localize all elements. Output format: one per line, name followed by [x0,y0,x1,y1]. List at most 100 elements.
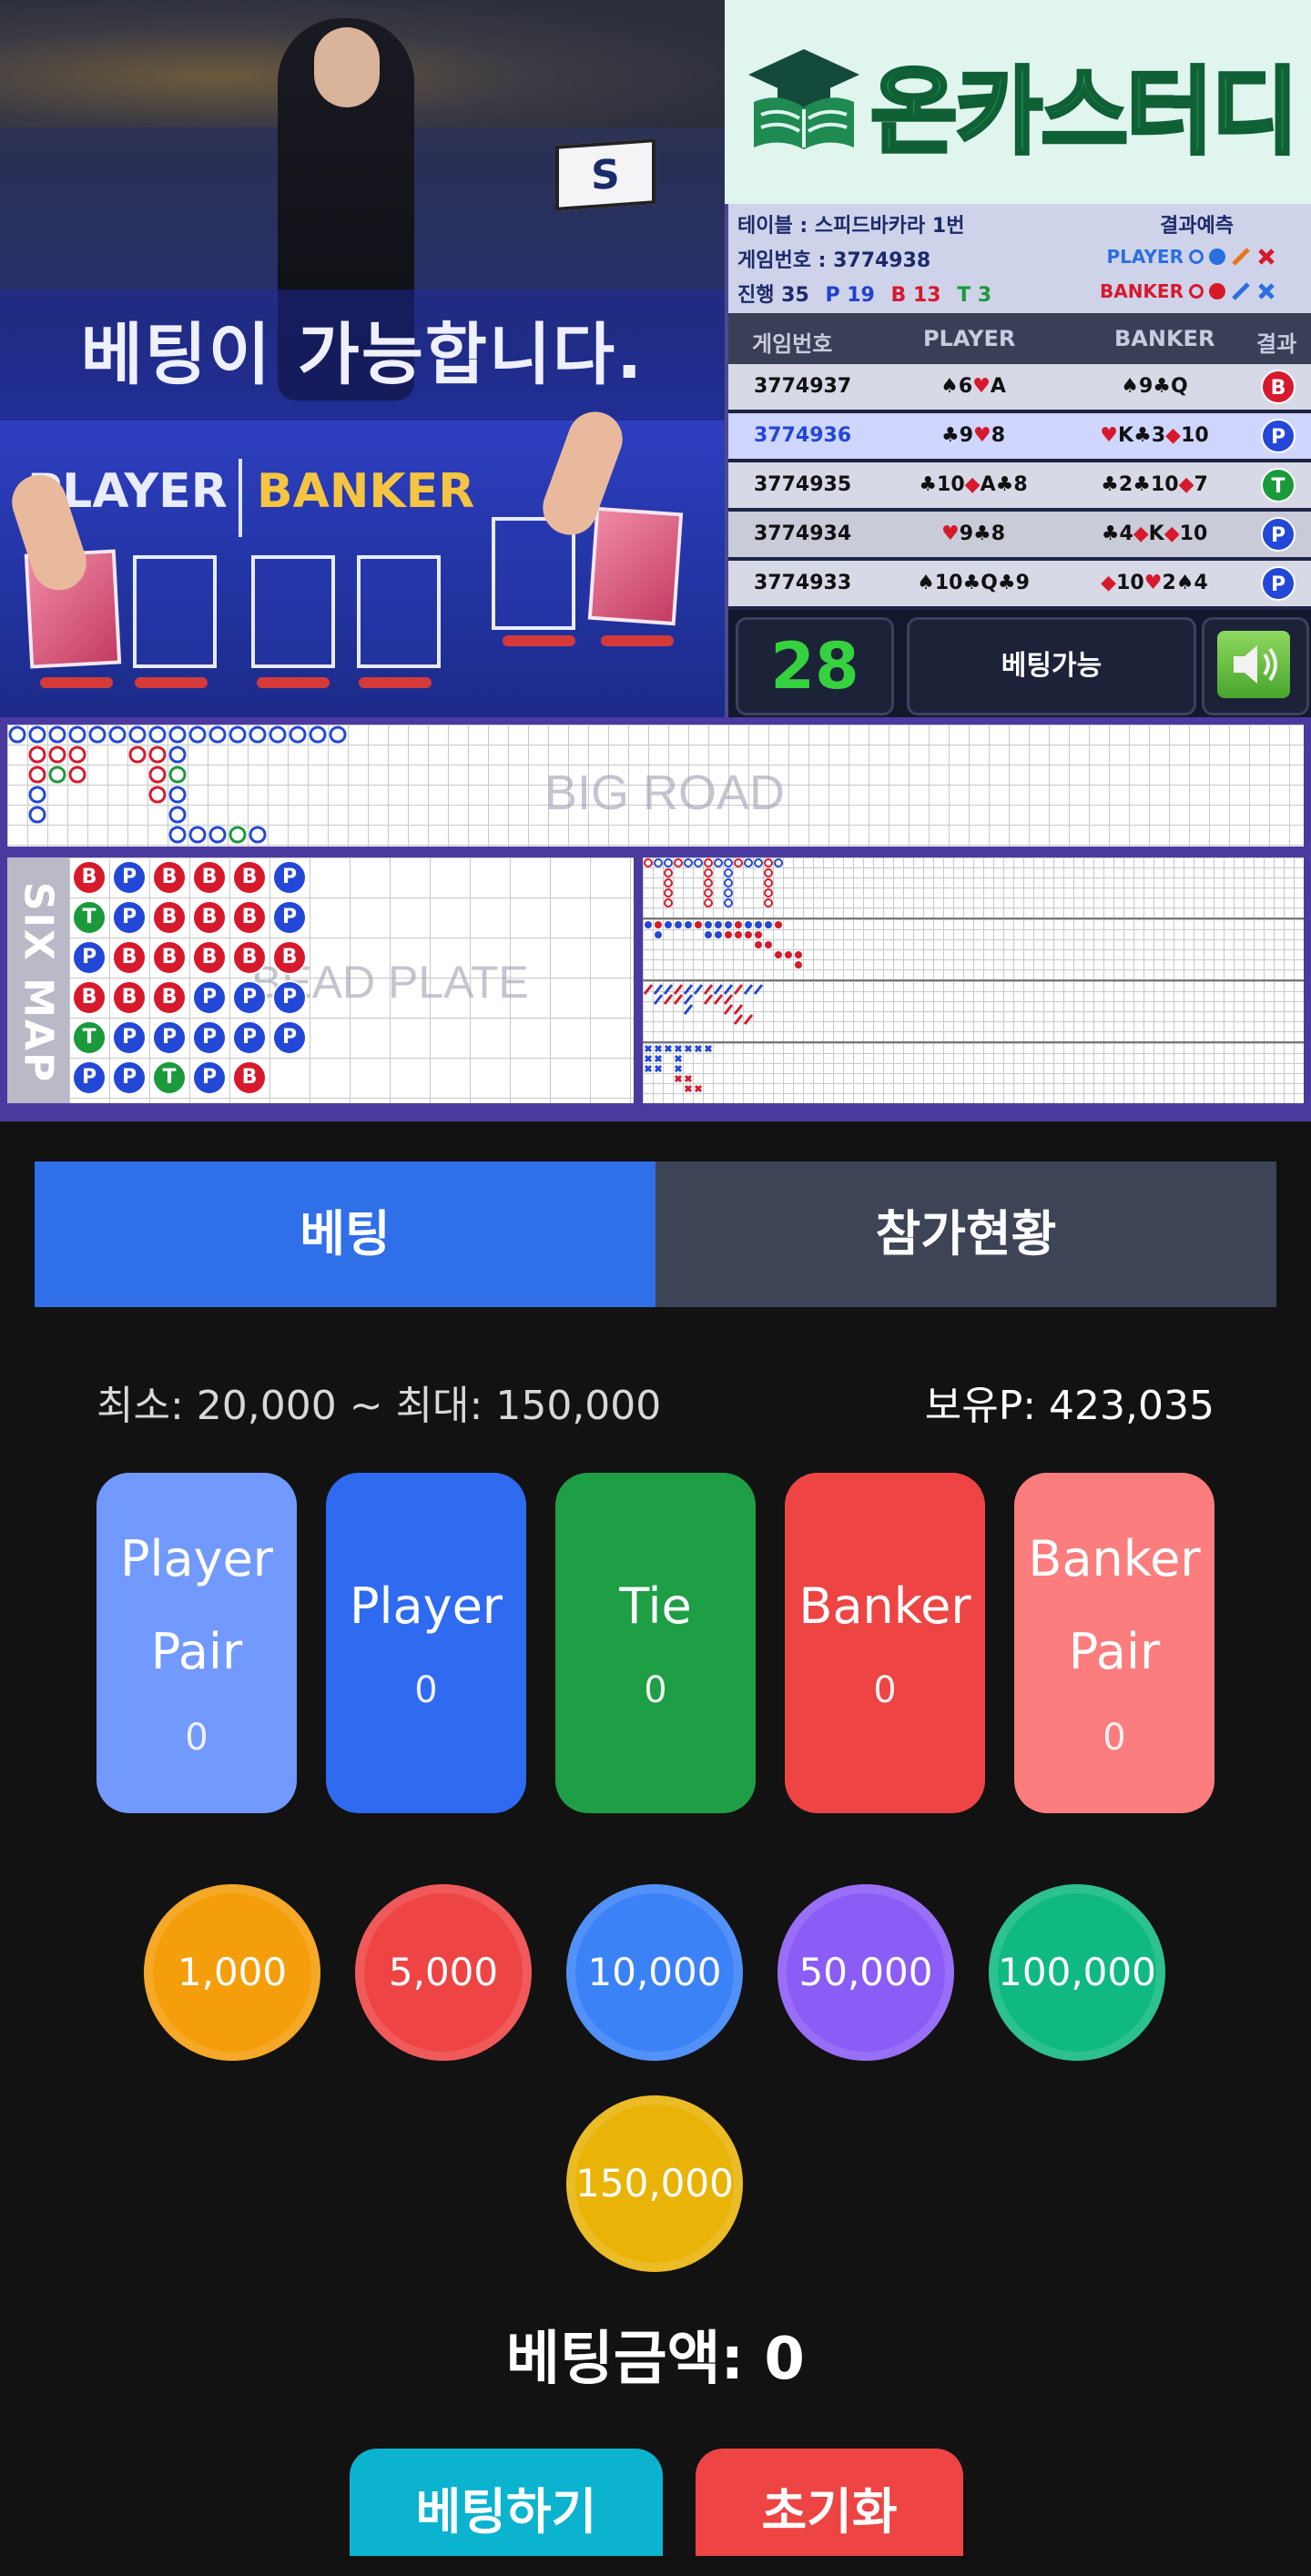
card-rank: 10 [934,572,963,594]
card-suit: ♣ [1101,522,1120,545]
derived-road-mark [724,888,733,898]
card-rank: A [990,375,1006,398]
chip-50000[interactable]: 50,000 [777,1884,954,2061]
card-suit: ♠ [1121,375,1139,398]
card-slot [357,555,441,668]
big-road-ring [148,786,167,804]
derived-road-mark [645,921,652,928]
speaker-icon [1234,645,1277,684]
derived-road-mark [664,868,673,877]
tie-bet-button[interactable]: Tie 0 [555,1473,756,1813]
six-map-label: SIX MAP [15,881,62,1084]
result-badge: P [1261,566,1296,601]
tie-amount: 0 [644,1669,667,1711]
banker-area-label: BANKER [257,464,475,519]
player-wins: P 19 [825,284,875,307]
big-road-ring [68,766,86,784]
derived-road-mark [754,858,763,867]
bead: P [272,900,307,935]
bead: B [192,860,227,895]
card-suit: ♥ [1143,572,1163,594]
history-row: 3774937 ♠6♥A ♠9♣Q B [728,364,1311,410]
bead: P [72,940,107,975]
result-badge: P [1261,517,1296,552]
reset-button[interactable]: 초기화 [696,2449,963,2556]
card-rank: 4 [1119,522,1133,545]
derived-road-mark [724,898,733,908]
tab-participants[interactable]: 참가현황 [656,1161,1276,1307]
derived-road-mark [663,994,674,1005]
chip-100000[interactable]: 100,000 [989,1884,1165,2061]
banker-bet-button[interactable]: Banker 0 [785,1473,985,1813]
card-rank: 8 [991,424,1006,447]
banker-cockroach-icon[interactable] [1231,281,1251,301]
big-road-ring [108,725,127,744]
header-banker: BANKER [1114,326,1215,351]
card-suit: ♠ [917,572,935,594]
bead: B [232,900,267,935]
bead: B [232,860,267,895]
derived-road-mark [664,888,673,898]
derived-road-mark [715,921,722,928]
sound-toggle[interactable] [1202,617,1309,715]
player-bet-button[interactable]: Player 0 [326,1473,526,1813]
big-road-ring [48,766,66,784]
banker-close-icon[interactable] [1256,281,1276,301]
card-rank: K [1148,522,1164,545]
chip-1000[interactable]: 1,000 [144,1884,320,2061]
bead: B [272,940,307,975]
card-suit: ♣ [1101,473,1119,496]
card-rank: 3 [1151,424,1166,447]
card-rank: Q [981,572,998,594]
player-cockroach-icon[interactable] [1231,247,1251,267]
history-game-id: 3774936 [754,424,852,447]
game-number: 게임번호 : 3774938 [737,249,931,272]
history-row: 3774935 ♣10◆A♣8 ♣2♣10◆7 T [728,462,1311,508]
bead: P [112,900,147,935]
derived-road-mark [673,994,684,1005]
derived-road-mark [713,984,724,995]
chip-150000[interactable]: 150,000 [566,2095,743,2272]
derived-road-mark [764,898,773,908]
derived-road-mark [733,1014,744,1025]
banker-small-road-icon[interactable] [1209,283,1225,299]
six-map-tab[interactable]: SIX MAP [7,857,69,1103]
sound-button[interactable] [1217,631,1290,698]
banker-pair-bet-button[interactable]: Banker Pair 0 [1014,1473,1214,1813]
dealer-head [314,27,380,107]
bead: T [72,1020,107,1055]
derived-road-mark [715,931,722,938]
player-small-road-icon[interactable] [1209,248,1225,265]
big-road-marks [8,725,347,844]
derived-road-mark [683,994,694,1005]
progress-summary: 진행 35 P 19 B 13 T 3 [737,279,991,308]
banker-cards: ♥K♣3◆10 [1072,424,1236,447]
scoreboard: BIG ROAD SIX MAP BEAD PLATE BPBBBPTPBBBP… [0,717,1311,1121]
player-pair-bet-button[interactable]: Player Pair 0 [97,1473,297,1813]
derived-road-mark [664,878,673,887]
player-big-eye-icon[interactable] [1189,249,1204,264]
derived-road-mark [774,858,783,867]
bead: P [232,980,267,1015]
derived-road-mark [753,984,764,995]
banker-amount: 0 [873,1669,897,1711]
tab-betting[interactable]: 베팅 [35,1161,656,1307]
banker-big-eye-icon[interactable] [1189,284,1204,299]
card-rank: 9 [959,424,973,447]
chip-10000[interactable]: 10,000 [566,1884,743,2061]
header-result: 결과 [1256,331,1297,357]
history-game-id: 3774935 [754,473,852,496]
table-sign: S [555,138,656,211]
derived-road-mark [713,994,724,1005]
bead: B [152,900,187,935]
player-cards: ♠10♣Q♣9 [896,572,1051,594]
derived-road-mark [734,858,743,867]
big-road-ring [128,725,147,744]
player-close-icon[interactable] [1256,247,1276,267]
bead: P [272,860,307,895]
place-bet-button[interactable]: 베팅하기 [350,2449,663,2556]
derived-road-mark [653,984,664,995]
card-suit: ♣ [973,522,991,545]
card-marker [135,677,208,688]
chip-5000[interactable]: 5,000 [355,1884,532,2061]
